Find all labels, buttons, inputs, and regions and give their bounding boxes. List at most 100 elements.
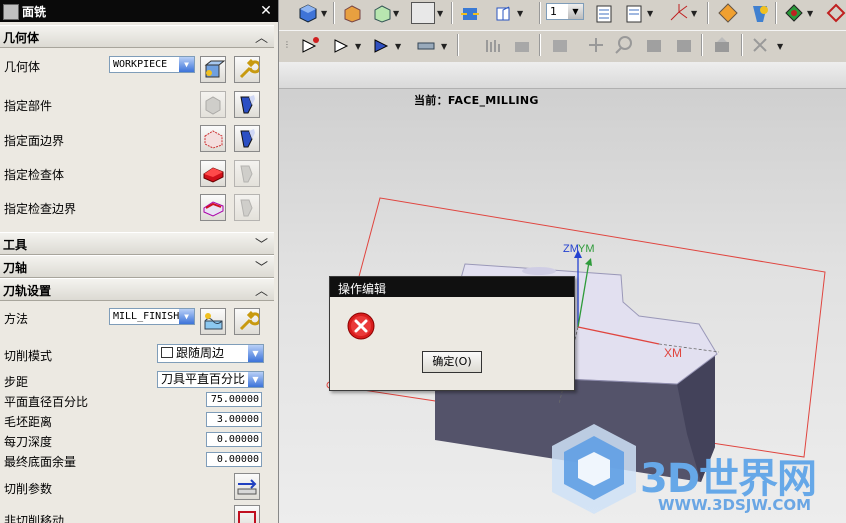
error-icon: [347, 312, 375, 340]
chevron-down-icon[interactable]: ▼: [179, 309, 194, 324]
chevron-down-icon[interactable]: ▼: [355, 42, 361, 51]
chevron-down-icon[interactable]: ▼: [248, 372, 263, 387]
cut-pattern-value: 跟随周边: [176, 346, 225, 360]
edit-geometry-button[interactable]: [234, 56, 262, 83]
color-swatch[interactable]: [411, 2, 435, 24]
chevron-down-icon[interactable]: ﹀: [255, 234, 268, 253]
operation-edit-dialog: 操作编辑 确定(O): [329, 276, 575, 391]
panel-title-bar: 面铣 ✕: [0, 0, 278, 22]
select-part-button: [200, 91, 226, 118]
toolbar-separator: [741, 34, 743, 56]
new-geometry-button[interactable]: [200, 56, 226, 83]
cut-pattern-select[interactable]: 跟随周边 ▼: [157, 344, 264, 363]
chevron-down-icon[interactable]: ▼: [393, 9, 399, 18]
layer-visibility-icon[interactable]: [623, 2, 645, 24]
verify-icon: [553, 40, 567, 52]
chevron-down-icon[interactable]: ▼: [248, 345, 263, 362]
chevron-down-icon[interactable]: ▼: [441, 42, 447, 51]
specify-check-body-label: 指定检查体: [4, 168, 65, 182]
cube-icon: [205, 96, 221, 115]
analysis-icon[interactable]: [749, 2, 771, 24]
panel-close-button[interactable]: ✕: [258, 2, 274, 20]
chevron-down-icon[interactable]: ▼: [437, 9, 443, 18]
select-face-boundary-button[interactable]: [200, 125, 226, 152]
cutting-params-icon: [237, 479, 257, 495]
panel-app-icon: [3, 4, 19, 20]
select-check-boundary-button[interactable]: [200, 194, 226, 221]
chevron-down-icon[interactable]: ▼: [568, 4, 583, 19]
watermark-cube-icon: [552, 424, 636, 514]
final-floor-stock-input[interactable]: 0.00000: [206, 452, 262, 467]
wcs-icon[interactable]: [667, 2, 689, 24]
section-geometry[interactable]: 几何体 ︿: [0, 25, 274, 48]
chevron-down-icon[interactable]: ▼: [395, 42, 401, 51]
fit-view-icon[interactable]: [459, 2, 481, 24]
box-shaded-icon[interactable]: [341, 2, 363, 24]
chevron-down-icon[interactable]: ▼: [777, 42, 783, 51]
flat-diameter-percent-input[interactable]: 75.00000: [206, 392, 262, 407]
wrench-icon: [239, 58, 262, 79]
check-body-icon: [203, 167, 224, 183]
specify-check-boundary-label: 指定检查边界: [4, 202, 77, 216]
section-path-settings-label: 刀轨设置: [3, 284, 52, 298]
chevron-down-icon[interactable]: ▼: [517, 9, 523, 18]
replay-icon: [515, 42, 529, 52]
diamond-icon[interactable]: [825, 2, 846, 24]
display-face-boundary-button[interactable]: [234, 125, 260, 152]
cutting-params-button[interactable]: [234, 473, 260, 500]
box-wire-icon[interactable]: [371, 2, 393, 24]
y-axis-arrow: [585, 258, 592, 266]
layer-select[interactable]: 1 ▼: [546, 3, 584, 20]
method-select-value: MILL_FINISH: [113, 311, 180, 322]
specify-face-boundary-label: 指定面边界: [4, 134, 65, 148]
layer-settings-icon[interactable]: [593, 2, 615, 24]
ym-axis-label: YM: [578, 243, 595, 255]
select-check-body-button[interactable]: [200, 160, 226, 187]
create-method-icon[interactable]: [415, 34, 437, 56]
depth-per-cut-input[interactable]: 0.00000: [206, 432, 262, 447]
chevron-down-icon[interactable]: ▼: [321, 9, 327, 18]
create-tool-icon[interactable]: [331, 34, 353, 56]
new-method-button[interactable]: [200, 308, 226, 335]
section-path-settings[interactable]: 刀轨设置 ︿: [0, 278, 274, 301]
toolbar-separator: [707, 2, 709, 24]
chevron-down-icon[interactable]: ▼: [691, 9, 697, 18]
chevron-up-icon[interactable]: ︿: [255, 27, 268, 46]
orient-icon[interactable]: [717, 2, 739, 24]
display-check-boundary-button: [234, 194, 260, 221]
display-part-button[interactable]: [234, 91, 260, 118]
face-boundary-icon: [204, 130, 223, 149]
blank-distance-label: 毛坯距离: [4, 415, 53, 429]
display-check-body-button: [234, 160, 260, 187]
main-toolbar: ▼ ▼ ▼ ▼ 1 ▼ ▼ ▼ ▼ ⋮ ▼ ▼ ▼ ▼: [279, 0, 846, 61]
geometry-select[interactable]: WORKPIECE ▼: [109, 56, 195, 73]
layer-select-value: 1: [550, 5, 557, 18]
view-orient-icon[interactable]: [493, 2, 515, 24]
method-label: 方法: [4, 312, 29, 326]
chevron-down-icon[interactable]: ▼: [807, 9, 813, 18]
create-program-icon[interactable]: [299, 34, 321, 56]
flat-diameter-percent-label: 平面直径百分比: [4, 395, 89, 409]
new-geometry-icon: [204, 60, 226, 78]
ok-button[interactable]: 确定(O): [422, 351, 482, 373]
check-boundary-icon: [203, 201, 224, 217]
chevron-up-icon[interactable]: ︿: [255, 280, 268, 299]
edit-method-button[interactable]: [234, 308, 262, 335]
blank-distance-input[interactable]: 3.00000: [206, 412, 262, 427]
section-tool-axis[interactable]: 刀轴 ﹀: [0, 255, 274, 278]
xm-axis-label: XM: [664, 346, 682, 360]
chevron-down-icon[interactable]: ▼: [179, 57, 194, 72]
toolbar-grip: ⋮: [283, 40, 291, 49]
chevron-down-icon[interactable]: ▼: [647, 9, 653, 18]
chevron-down-icon[interactable]: ﹀: [255, 257, 268, 276]
flashlight-icon: [240, 95, 255, 114]
create-geometry-icon[interactable]: [371, 34, 393, 56]
stepover-select[interactable]: 刀具平直百分比 ▼: [157, 371, 264, 388]
snap-icon[interactable]: [783, 2, 805, 24]
specify-part-label: 指定部件: [4, 99, 53, 113]
non-cutting-moves-icon: [238, 511, 256, 523]
section-tool[interactable]: 工具 ﹀: [0, 232, 274, 255]
method-select[interactable]: MILL_FINISH ▼: [109, 308, 195, 325]
non-cutting-moves-button[interactable]: [234, 505, 260, 523]
cube-icon[interactable]: [297, 2, 319, 24]
